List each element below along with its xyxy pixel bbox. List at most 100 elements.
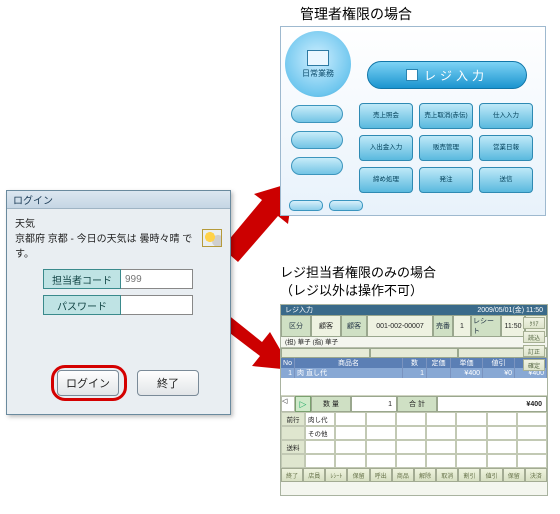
fkey-10[interactable]: 保留: [503, 468, 525, 482]
next-button[interactable]: ▷: [295, 396, 311, 412]
grid-cell[interactable]: [305, 440, 335, 454]
grid-cell[interactable]: [487, 440, 517, 454]
fkey-3[interactable]: 保留: [347, 468, 369, 482]
qty-value: 1: [351, 396, 397, 412]
item-row-1[interactable]: 1 肉 直し代 1 ¥400 ¥0 ¥400: [281, 368, 547, 378]
col-price: 単価: [451, 358, 483, 368]
grid-cell[interactable]: [396, 426, 426, 440]
grid-cell[interactable]: [456, 454, 486, 468]
grid-cell[interactable]: [456, 440, 486, 454]
grid-cell[interactable]: [426, 454, 456, 468]
grid-cell[interactable]: [396, 454, 426, 468]
pos-titlebar: レジ入力 2009/05/01(金) 11:50: [281, 305, 547, 315]
prev-button[interactable]: ◁: [281, 396, 295, 412]
menu-pad-2[interactable]: 仕入入力: [479, 103, 533, 129]
total-value: ¥400: [437, 396, 547, 412]
fkey-5[interactable]: 商品: [392, 468, 414, 482]
fkey-7[interactable]: 取消: [436, 468, 458, 482]
category-rail: [291, 105, 343, 175]
fkey-1[interactable]: 店員: [303, 468, 325, 482]
grid-cell-0[interactable]: 肉し代: [305, 412, 335, 426]
fkey-8[interactable]: 割引: [458, 468, 480, 482]
grid-cell[interactable]: [456, 426, 486, 440]
grid-side-0[interactable]: 前行: [281, 412, 305, 426]
password-label: パスワード: [43, 295, 121, 315]
footer-button-2[interactable]: [329, 200, 363, 211]
grid-cell[interactable]: [396, 412, 426, 426]
grid-cell[interactable]: [366, 412, 396, 426]
grid-cell[interactable]: [335, 440, 365, 454]
category-pill-2[interactable]: [291, 131, 343, 149]
item-disc: ¥0: [483, 368, 515, 378]
fkey-0[interactable]: 終了: [281, 468, 303, 482]
rbtn-load[interactable]: 読込: [523, 331, 545, 343]
menu-pad-1[interactable]: 売上取消(赤伝): [419, 103, 473, 129]
caption-cashier-2: （レジ以外は操作不可）: [280, 280, 423, 299]
receipt-label: レシート: [471, 315, 501, 337]
grid-cell[interactable]: [335, 454, 365, 468]
menu-pad-6[interactable]: 締め処理: [359, 167, 413, 193]
item-list: [427, 368, 451, 378]
login-button[interactable]: ログイン: [57, 370, 119, 396]
grid-cell[interactable]: [517, 454, 547, 468]
grid-cell[interactable]: [487, 426, 517, 440]
grid-side-2[interactable]: 送料: [281, 440, 305, 454]
fkey-11[interactable]: 決済: [525, 468, 547, 482]
grid-cell[interactable]: [517, 440, 547, 454]
caption-cashier-1: レジ担当者権限のみの場合: [280, 262, 436, 281]
grid-cell[interactable]: [426, 412, 456, 426]
grid-cell[interactable]: [335, 426, 365, 440]
kubun-value[interactable]: 顧客: [311, 315, 341, 337]
grid-cell[interactable]: [517, 426, 547, 440]
menu-pad-8[interactable]: 送信: [479, 167, 533, 193]
daily-ops-circle[interactable]: 日常業務: [285, 31, 351, 97]
pos-tab-2[interactable]: [370, 348, 459, 358]
fkey-9[interactable]: 値引: [480, 468, 502, 482]
total-label: 合 計: [397, 396, 437, 412]
col-disc: 値引: [483, 358, 515, 368]
menu-pad-7[interactable]: 発注: [419, 167, 473, 193]
menu-pad-5[interactable]: 営業日報: [479, 135, 533, 161]
menu-pad-3[interactable]: 入出金入力: [359, 135, 413, 161]
rbtn-clear[interactable]: ｸﾘｱ: [523, 317, 545, 329]
grid-cell[interactable]: [396, 440, 426, 454]
password-input[interactable]: [121, 295, 193, 315]
col-list: 定価: [427, 358, 451, 368]
category-pill-3[interactable]: [291, 157, 343, 175]
weather-row: 天気 京都府 京都 - 今日の天気は 曇時々晴 です。: [7, 209, 230, 264]
grid-cell[interactable]: [487, 412, 517, 426]
grid-cell-1[interactable]: その他: [305, 426, 335, 440]
rbtn-correct[interactable]: 訂正: [523, 345, 545, 357]
user-code-input[interactable]: [121, 269, 193, 289]
grid-side-3[interactable]: [281, 454, 305, 468]
function-keys: 終了 店員 ﾚｼｰﾄ 保留 呼出 商品 解除 取消 割引 値引 保留 決済: [281, 468, 547, 482]
admin-menu-window: 日常業務 レジ入力 売上照会 売上取消(赤伝) 仕入入力 入出金入力 販売管理 …: [280, 26, 546, 216]
caption-admin: 管理者権限の場合: [300, 4, 412, 24]
grid-side-1[interactable]: [281, 426, 305, 440]
fkey-4[interactable]: 呼出: [370, 468, 392, 482]
item-qty: 1: [403, 368, 427, 378]
fkey-2[interactable]: ﾚｼｰﾄ: [325, 468, 347, 482]
customer-code[interactable]: 001-002-00007: [367, 315, 433, 337]
footer-button-1[interactable]: [289, 200, 323, 211]
grid-cell[interactable]: [426, 440, 456, 454]
grid-cell[interactable]: [517, 412, 547, 426]
category-pill-1[interactable]: [291, 105, 343, 123]
grid-cell[interactable]: [487, 454, 517, 468]
menu-pad-4[interactable]: 販売管理: [419, 135, 473, 161]
rbtn-confirm[interactable]: 確定: [523, 359, 545, 371]
daily-ops-label: 日常業務: [302, 68, 334, 79]
grid-cell[interactable]: [426, 426, 456, 440]
grid-cell[interactable]: [335, 412, 365, 426]
grid-cell[interactable]: [305, 454, 335, 468]
grid-cell[interactable]: [366, 440, 396, 454]
menu-pad-0[interactable]: 売上照会: [359, 103, 413, 129]
grid-cell[interactable]: [456, 412, 486, 426]
fkey-6[interactable]: 解除: [414, 468, 436, 482]
pos-tab-1[interactable]: [281, 348, 370, 358]
item-no: 1: [281, 368, 295, 378]
exit-button[interactable]: 終了: [137, 370, 199, 396]
grid-cell[interactable]: [366, 454, 396, 468]
grid-cell[interactable]: [366, 426, 396, 440]
register-entry-button[interactable]: レジ入力: [367, 61, 527, 89]
